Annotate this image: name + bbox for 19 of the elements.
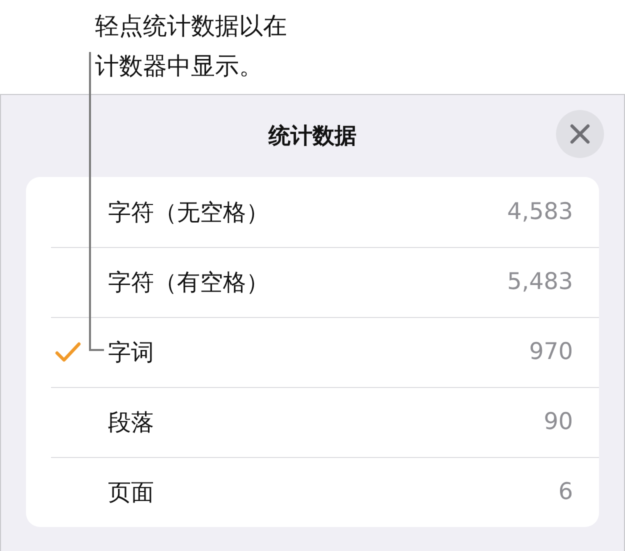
statistic-value: 5,483 bbox=[507, 269, 573, 295]
statistic-value: 90 bbox=[544, 409, 573, 435]
close-button[interactable] bbox=[556, 110, 604, 158]
statistic-row[interactable]: 段落 90 bbox=[26, 387, 599, 457]
statistic-label: 页面 bbox=[108, 478, 155, 508]
statistic-row[interactable]: 页面 6 bbox=[26, 457, 599, 527]
statistic-label: 段落 bbox=[108, 408, 155, 438]
close-icon bbox=[570, 124, 590, 144]
statistic-row[interactable]: 字符（无空格） 4,583 bbox=[26, 177, 599, 247]
statistic-label: 字词 bbox=[108, 338, 155, 368]
statistic-value: 970 bbox=[529, 339, 573, 365]
panel-title: 统计数据 bbox=[268, 123, 356, 151]
statistic-value: 4,583 bbox=[507, 199, 573, 225]
statistic-row[interactable]: 字符（有空格） 5,483 bbox=[26, 247, 599, 317]
callout-text: 轻点统计数据以在计数器中显示。 bbox=[95, 11, 288, 82]
statistic-label: 字符（有空格） bbox=[108, 268, 270, 298]
statistic-label: 字符（无空格） bbox=[108, 198, 270, 228]
statistic-row[interactable]: 字词 970 bbox=[26, 317, 599, 387]
statistic-value: 6 bbox=[558, 479, 573, 505]
